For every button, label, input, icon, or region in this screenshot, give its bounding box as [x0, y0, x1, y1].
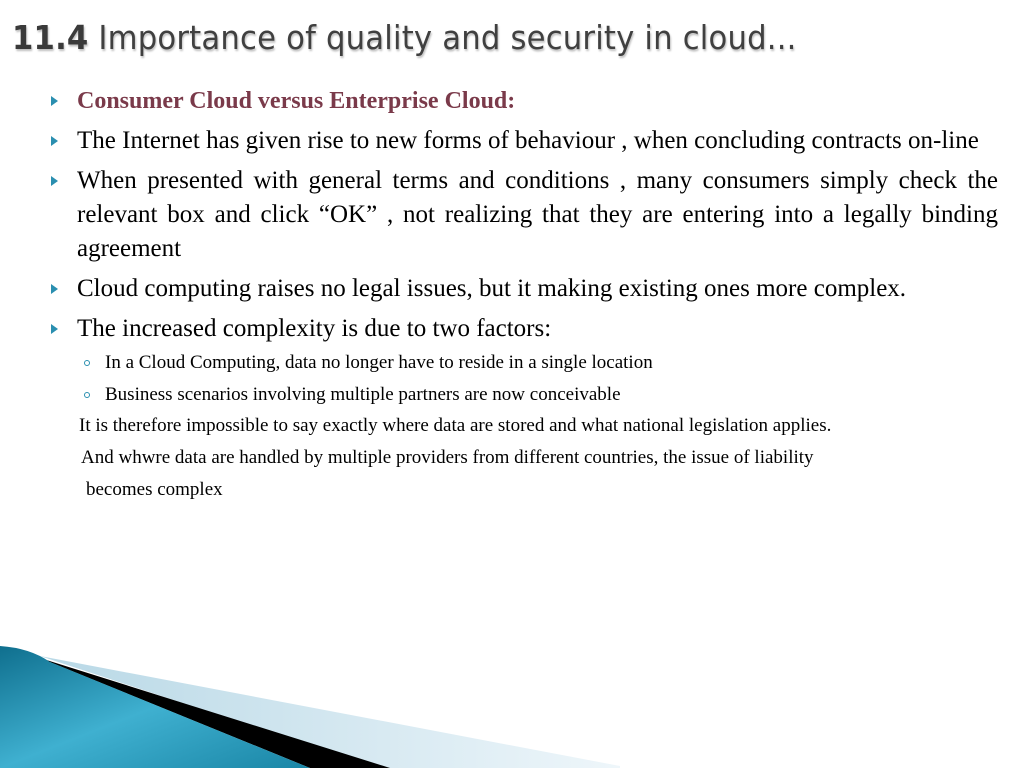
- triangle-bullet-icon: [51, 284, 58, 294]
- bullet-text: The Internet has given rise to new forms…: [77, 127, 979, 154]
- circle-bullet-icon: [84, 392, 90, 398]
- section-number: 11.4: [12, 18, 89, 57]
- sub-bullet-text: In a Cloud Computing, data no longer hav…: [105, 352, 653, 373]
- slide-content: Consumer Cloud versus Enterprise Cloud: …: [48, 84, 998, 506]
- bullet-item: When presented with general terms and co…: [48, 164, 998, 266]
- circle-bullet-icon: [84, 360, 90, 366]
- triangle-bullet-icon: [51, 96, 58, 106]
- bullet-item: Consumer Cloud versus Enterprise Cloud:: [48, 84, 998, 118]
- slide-title: 11.4 Importance of quality and security …: [12, 18, 797, 57]
- bullet-item: Cloud computing raises no legal issues, …: [48, 272, 998, 306]
- decorative-swoosh: [0, 646, 620, 768]
- bullet-text: The increased complexity is due to two f…: [77, 315, 552, 342]
- sub-bullet-text: Business scenarios involving multiple pa…: [105, 384, 621, 405]
- paragraph: And whwre data are handled by multiple p…: [81, 447, 814, 468]
- section-heading: Consumer Cloud versus Enterprise Cloud:: [77, 88, 516, 114]
- paragraph: It is therefore impossible to say exactl…: [79, 415, 832, 436]
- bullet-text: Cloud computing raises no legal issues, …: [77, 275, 907, 302]
- title-text: Importance of quality and security in cl…: [98, 18, 797, 57]
- sub-bullet-item: In a Cloud Computing, data no longer hav…: [48, 348, 998, 378]
- triangle-bullet-icon: [51, 176, 58, 186]
- bullet-text: When presented with general terms and co…: [77, 167, 998, 262]
- paragraph: becomes complex: [86, 479, 223, 500]
- bullet-item: The increased complexity is due to two f…: [48, 312, 998, 346]
- bullet-item: The Internet has given rise to new forms…: [48, 124, 998, 158]
- triangle-bullet-icon: [51, 324, 58, 334]
- triangle-bullet-icon: [51, 136, 58, 146]
- sub-bullet-item: Business scenarios involving multiple pa…: [48, 380, 998, 410]
